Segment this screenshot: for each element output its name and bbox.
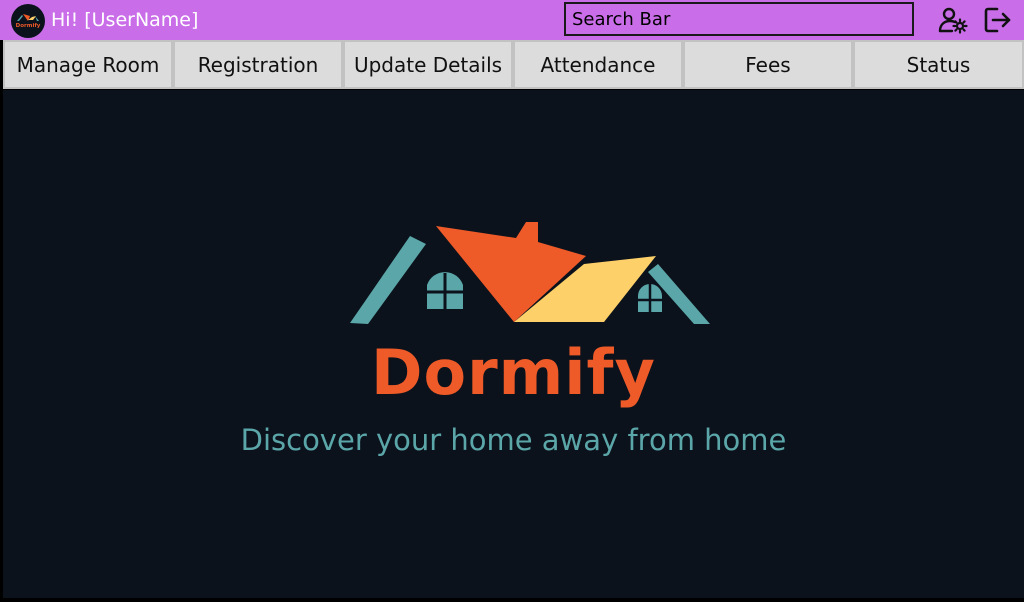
app-logo: Dormify <box>11 4 45 38</box>
header-bar: Dormify Hi! [UserName] <box>0 0 1024 40</box>
right-window-icon <box>638 284 662 312</box>
user-greeting: Hi! [UserName] <box>51 9 199 31</box>
tab-status[interactable]: Status <box>853 40 1024 89</box>
tagline: Discover your home away from home <box>240 423 787 457</box>
left-roof-slope <box>350 236 426 324</box>
search-input[interactable] <box>564 2 914 36</box>
main-content: Dormify Discover your home away from hom… <box>3 90 1024 598</box>
chimney <box>528 222 538 248</box>
tab-manage-room[interactable]: Manage Room <box>3 40 173 89</box>
dormify-house-logo <box>350 222 710 324</box>
logout-button[interactable] <box>981 3 1015 37</box>
main-nav: Manage Room Registration Update Details … <box>0 40 1024 90</box>
tab-attendance[interactable]: Attendance <box>513 40 683 89</box>
app-window: Dormify Hi! [UserName] Search Bar Manage… <box>0 0 1024 602</box>
tab-update-details[interactable]: Update Details <box>343 40 513 89</box>
tab-fees[interactable]: Fees <box>683 40 853 89</box>
logo-text: Dormify <box>16 23 41 29</box>
tab-registration[interactable]: Registration <box>173 40 343 89</box>
brand-name: Dormify <box>371 336 656 409</box>
dormify-logo-icon: Dormify <box>16 14 41 29</box>
user-settings-icon <box>938 7 968 34</box>
left-window-icon <box>427 272 463 309</box>
user-settings-button[interactable] <box>936 3 970 37</box>
logout-icon <box>984 7 1011 33</box>
